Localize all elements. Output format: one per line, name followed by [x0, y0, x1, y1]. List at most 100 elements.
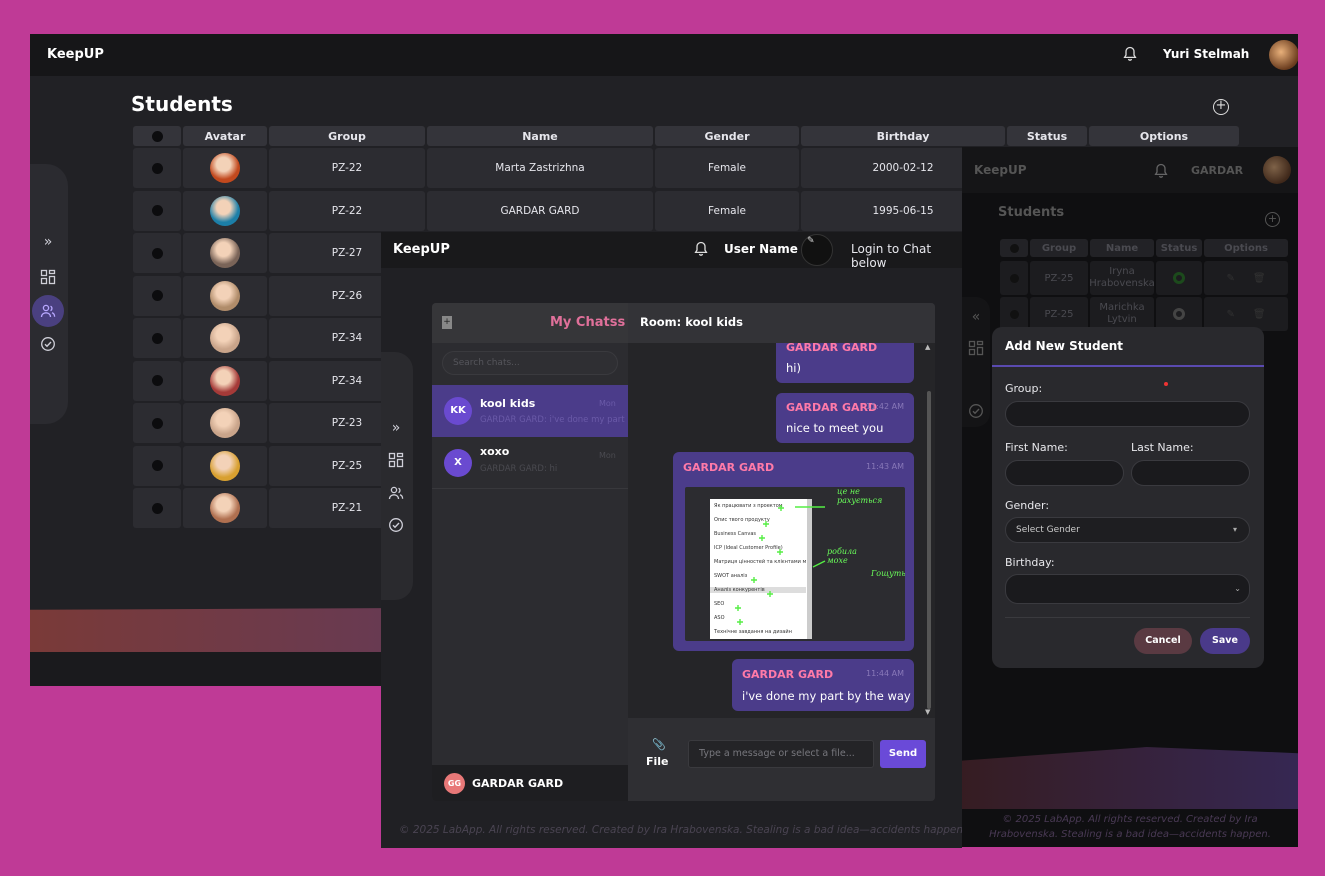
- message-input[interactable]: Type a message or select a file...: [688, 740, 874, 768]
- search-chats-input[interactable]: Search chats...: [442, 351, 618, 375]
- students-icon[interactable]: [32, 295, 64, 327]
- student-avatar: [210, 365, 240, 396]
- tasks-check-icon[interactable]: [968, 403, 984, 419]
- room-title: Room: kool kids: [640, 315, 743, 329]
- birthday-input[interactable]: ⌄: [1005, 574, 1250, 604]
- row-select[interactable]: [133, 318, 181, 358]
- row-checkbox[interactable]: [151, 375, 163, 386]
- chat-avatar: KK: [444, 397, 472, 425]
- user-avatar[interactable]: [1269, 40, 1298, 70]
- dashboard-icon[interactable]: [388, 452, 404, 468]
- select-all-checkbox[interactable]: [151, 130, 163, 142]
- row-select[interactable]: [133, 148, 181, 188]
- edit-icon[interactable]: ✎: [1226, 309, 1234, 320]
- sidebar: [381, 352, 413, 600]
- messages-area[interactable]: GARDAR GARD hi) GARDAR GARD 11:42 AM nic…: [628, 343, 935, 718]
- row-select[interactable]: [1000, 261, 1028, 295]
- chat-item-xoxo[interactable]: X xoxo GARDAR GARD: hi Mon: [432, 437, 628, 489]
- header-select[interactable]: [133, 126, 181, 146]
- cell-group: PZ-25: [1030, 261, 1088, 295]
- add-student-button[interactable]: +: [1213, 99, 1229, 115]
- gender-select[interactable]: Select Gender ▾: [1005, 517, 1250, 543]
- login-to-chat-label[interactable]: Login to Chat below: [851, 242, 962, 270]
- dashboard-icon[interactable]: [968, 340, 984, 356]
- row-checkbox[interactable]: [151, 460, 163, 471]
- user-name[interactable]: Yuri Stelmah: [1163, 47, 1249, 61]
- cell-avatar: [183, 233, 267, 273]
- page-title: Students: [998, 205, 1065, 220]
- row-select[interactable]: [133, 403, 181, 443]
- row-checkbox[interactable]: [151, 502, 163, 514]
- status-online-indicator: [1173, 272, 1185, 284]
- brand-logo[interactable]: KeepUP: [47, 47, 104, 62]
- row-select[interactable]: [133, 488, 181, 528]
- row-select[interactable]: [133, 445, 181, 486]
- edit-icon[interactable]: ✎: [1226, 273, 1234, 284]
- row-select[interactable]: [133, 275, 181, 316]
- cell-name: Iryna Hrabovenska: [1089, 261, 1155, 295]
- last-name-input[interactable]: [1131, 460, 1250, 486]
- chevron-down-icon: ▾: [1232, 525, 1237, 534]
- brand-logo[interactable]: KeepUP: [393, 242, 450, 257]
- row-checkbox[interactable]: [151, 290, 163, 301]
- user-avatar[interactable]: ✎: [801, 234, 833, 266]
- user-name[interactable]: GARDAR: [1191, 164, 1243, 177]
- cell-avatar: [183, 148, 267, 188]
- chat-item-kool-kids[interactable]: KK kool kids GARDAR GARD: i've done my p…: [432, 385, 628, 437]
- cell-options: ✎ 🗑: [1204, 297, 1288, 331]
- scroll-down-arrow-icon[interactable]: ▼: [925, 708, 930, 716]
- paperclip-icon[interactable]: 📎: [648, 738, 670, 751]
- row-checkbox[interactable]: [151, 162, 163, 174]
- scroll-up-arrow-icon[interactable]: ▲: [925, 343, 930, 351]
- bell-icon[interactable]: [1154, 163, 1168, 179]
- birthday-label: Birthday:: [1005, 556, 1055, 569]
- tasks-check-icon[interactable]: [388, 517, 404, 533]
- tasks-check-icon[interactable]: [40, 336, 56, 352]
- row-checkbox[interactable]: [151, 417, 163, 429]
- row-checkbox[interactable]: [1009, 273, 1019, 283]
- row-checkbox[interactable]: [151, 332, 163, 344]
- chat-preview: GARDAR GARD: i've done my part: [480, 415, 625, 425]
- row-select[interactable]: [133, 233, 181, 273]
- trash-icon[interactable]: 🗑: [1253, 273, 1266, 284]
- group-input[interactable]: [1005, 401, 1250, 427]
- chat-name: xoxo: [480, 445, 510, 458]
- cell-name: Marta Zastrizhna: [427, 148, 653, 188]
- bell-icon[interactable]: [1123, 46, 1137, 62]
- row-checkbox[interactable]: [1009, 309, 1019, 319]
- message-sender: GARDAR GARD: [683, 461, 775, 474]
- file-button[interactable]: File: [646, 755, 669, 768]
- handwritten-note: Гощуть: [871, 569, 905, 578]
- gender-label: Gender:: [1005, 499, 1050, 512]
- collapse-sidebar-icon[interactable]: «: [968, 309, 984, 325]
- user-name[interactable]: User Name: [724, 242, 798, 256]
- cell-avatar: [183, 488, 267, 528]
- student-avatar: [210, 493, 240, 523]
- row-select[interactable]: [133, 190, 181, 231]
- row-select[interactable]: [133, 360, 181, 401]
- chat-time: Mon: [599, 451, 616, 460]
- trash-icon[interactable]: 🗑: [1253, 309, 1266, 320]
- brand-logo[interactable]: KeepUP: [974, 163, 1027, 177]
- bell-icon[interactable]: [694, 241, 708, 257]
- cancel-button[interactable]: Cancel: [1134, 628, 1192, 654]
- expand-sidebar-icon[interactable]: »: [40, 234, 56, 250]
- first-name-input[interactable]: [1005, 460, 1124, 486]
- cell-avatar: [183, 275, 267, 316]
- add-student-button[interactable]: +: [1265, 212, 1280, 227]
- user-avatar[interactable]: [1263, 156, 1291, 184]
- header-select[interactable]: [1000, 239, 1028, 257]
- new-chat-button[interactable]: +: [442, 316, 452, 329]
- row-checkbox[interactable]: [151, 205, 163, 216]
- messages-scrollbar[interactable]: [927, 391, 931, 709]
- add-student-window: KeepUP GARDAR Students + « Group Name St…: [962, 147, 1298, 847]
- expand-sidebar-icon[interactable]: »: [388, 420, 404, 436]
- row-select[interactable]: [1000, 297, 1028, 331]
- send-button[interactable]: Send: [880, 740, 926, 768]
- message-attached-image[interactable]: Як працювати з проектом Опис твого проду…: [685, 487, 905, 641]
- save-button[interactable]: Save: [1200, 628, 1250, 654]
- students-icon[interactable]: [388, 485, 404, 501]
- row-checkbox[interactable]: [151, 247, 163, 259]
- select-all-checkbox[interactable]: [1009, 243, 1019, 253]
- dashboard-icon[interactable]: [40, 269, 56, 285]
